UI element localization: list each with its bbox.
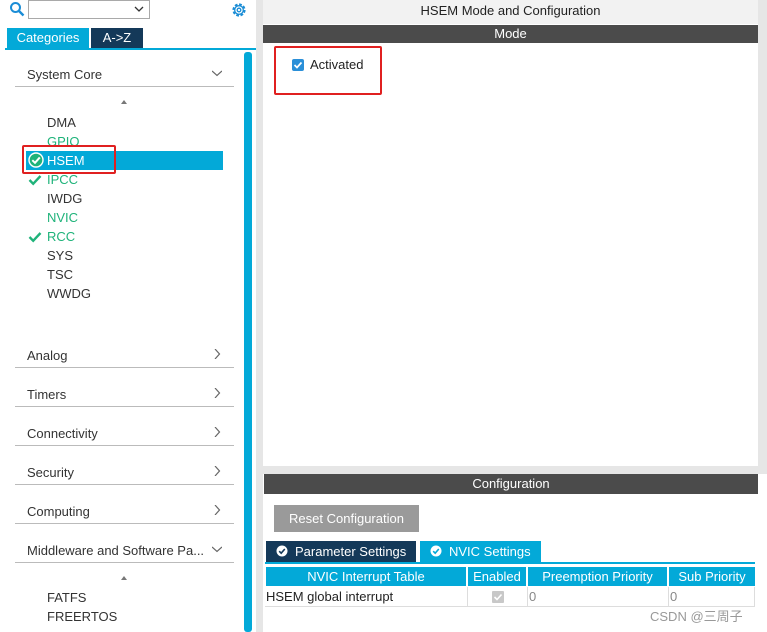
section-system-core-label: System Core bbox=[27, 67, 103, 82]
section-computing[interactable]: Computing bbox=[15, 487, 234, 524]
list-item-wwdg[interactable]: WWDG bbox=[26, 284, 223, 303]
mode-header: Mode bbox=[263, 25, 758, 43]
section-label: Analog bbox=[27, 348, 68, 363]
list-item-iwdg[interactable]: IWDG bbox=[26, 189, 223, 208]
section-label: Timers bbox=[27, 387, 67, 402]
configuration-header: Configuration bbox=[264, 474, 758, 494]
column-header-preemption[interactable]: Preemption Priority bbox=[528, 567, 667, 586]
tab-categories[interactable]: Categories bbox=[7, 28, 89, 48]
reset-configuration-button[interactable]: Reset Configuration bbox=[274, 505, 419, 532]
chevron-down-icon[interactable] bbox=[134, 4, 144, 14]
chevron-right-icon bbox=[214, 505, 221, 515]
check-circle-icon bbox=[276, 545, 288, 557]
section-security[interactable]: Security bbox=[15, 448, 234, 485]
section-connectivity[interactable]: Connectivity bbox=[15, 409, 234, 446]
chevron-right-icon bbox=[214, 427, 221, 437]
list-item-label: FREERTOS bbox=[47, 609, 118, 624]
list-item-label: NVIC bbox=[47, 210, 79, 225]
list-item-label: WWDG bbox=[47, 286, 92, 301]
category-scrollbar[interactable] bbox=[244, 52, 252, 632]
list-item-label: IWDG bbox=[47, 191, 83, 206]
check-icon bbox=[28, 232, 42, 243]
tab-label: NVIC Settings bbox=[449, 544, 531, 559]
sort-arrow-icon[interactable] bbox=[120, 99, 128, 107]
list-item-sys[interactable]: SYS bbox=[26, 246, 223, 265]
column-header-sub-priority[interactable]: Sub Priority bbox=[669, 567, 755, 586]
tab-underline bbox=[265, 562, 755, 564]
highlight-box-hsem bbox=[22, 145, 116, 174]
enabled-checkbox[interactable] bbox=[492, 591, 504, 603]
left-panel: Categories A->Z System Core DMA GPIO HSE… bbox=[0, 0, 256, 632]
section-label: Connectivity bbox=[27, 426, 98, 441]
list-item-label: DMA bbox=[47, 115, 76, 130]
checkmark-icon bbox=[493, 593, 503, 601]
section-system-core[interactable]: System Core bbox=[15, 50, 234, 87]
interrupt-name: HSEM global interrupt bbox=[266, 589, 394, 604]
category-tabbar: Categories A->Z bbox=[5, 28, 256, 50]
list-item-fatfs[interactable]: FATFS bbox=[26, 588, 223, 607]
list-item-rcc[interactable]: RCC bbox=[26, 227, 223, 246]
chevron-right-icon bbox=[214, 349, 221, 359]
splitter[interactable] bbox=[263, 466, 767, 474]
section-analog[interactable]: Analog bbox=[15, 331, 234, 368]
list-item-freertos[interactable]: FREERTOS bbox=[26, 607, 223, 626]
search-input[interactable] bbox=[28, 0, 150, 19]
mode-scrollbar[interactable] bbox=[758, 0, 767, 474]
section-timers[interactable]: Timers bbox=[15, 370, 234, 407]
enabled-cell[interactable] bbox=[468, 587, 528, 606]
chevron-down-icon bbox=[212, 546, 222, 553]
chevron-down-icon bbox=[212, 70, 222, 77]
list-item-dma[interactable]: DMA bbox=[26, 113, 223, 132]
tab-label: Parameter Settings bbox=[295, 544, 407, 559]
page-title: HSEM Mode and Configuration bbox=[263, 0, 758, 24]
column-header-nvic-table[interactable]: NVIC Interrupt Table bbox=[266, 567, 466, 586]
list-item-tsc[interactable]: TSC bbox=[26, 265, 223, 284]
panel-divider[interactable] bbox=[256, 0, 263, 632]
watermark: CSDN @三周子 bbox=[650, 609, 743, 624]
check-circle-icon bbox=[430, 545, 442, 557]
section-middleware[interactable]: Middleware and Software Pa... bbox=[15, 526, 234, 563]
section-label: Computing bbox=[27, 504, 90, 519]
chevron-right-icon bbox=[214, 466, 221, 476]
check-icon bbox=[28, 175, 42, 186]
table-row[interactable]: HSEM global interrupt bbox=[266, 587, 468, 606]
column-header-enabled[interactable]: Enabled bbox=[468, 567, 526, 586]
list-item-label: SYS bbox=[47, 248, 74, 263]
gear-icon[interactable] bbox=[230, 1, 248, 19]
preemption-priority-cell[interactable]: 0 bbox=[528, 587, 669, 606]
tab-nvic-settings[interactable]: NVIC Settings bbox=[420, 541, 541, 562]
highlight-box-activated bbox=[274, 46, 382, 95]
list-item-label: TSC bbox=[47, 267, 73, 282]
chevron-right-icon bbox=[214, 388, 221, 398]
tab-a-to-z[interactable]: A->Z bbox=[91, 28, 143, 48]
tab-parameter-settings[interactable]: Parameter Settings bbox=[266, 541, 416, 562]
list-item-nvic[interactable]: NVIC bbox=[26, 208, 223, 227]
sort-arrow-icon[interactable] bbox=[120, 575, 128, 583]
search-icon[interactable] bbox=[9, 1, 25, 17]
right-panel: HSEM Mode and Configuration Mode Activat… bbox=[263, 0, 767, 632]
section-label: Middleware and Software Pa... bbox=[27, 543, 205, 558]
list-item-label: RCC bbox=[47, 229, 76, 244]
section-label: Security bbox=[27, 465, 74, 480]
sub-priority-cell[interactable]: 0 bbox=[669, 587, 755, 606]
list-item-label: FATFS bbox=[47, 590, 87, 605]
mode-area bbox=[263, 43, 758, 467]
